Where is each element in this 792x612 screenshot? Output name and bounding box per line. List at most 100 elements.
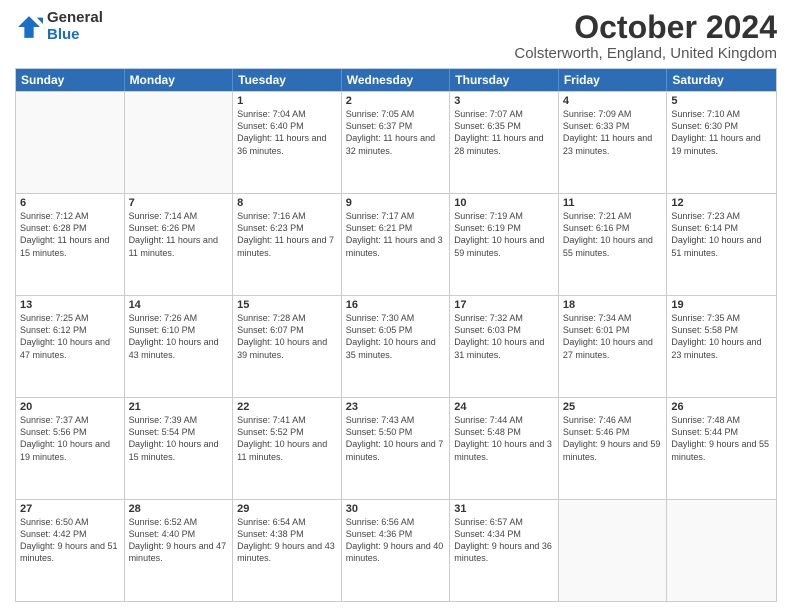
day-number: 15	[237, 299, 337, 311]
day-number: 5	[671, 95, 772, 107]
cal-cell: 17Sunrise: 7:32 AM Sunset: 6:03 PM Dayli…	[450, 296, 559, 397]
day-number: 4	[563, 95, 663, 107]
day-info: Sunrise: 7:12 AM Sunset: 6:28 PM Dayligh…	[20, 210, 120, 259]
day-number: 22	[237, 401, 337, 413]
day-info: Sunrise: 7:17 AM Sunset: 6:21 PM Dayligh…	[346, 210, 446, 259]
day-number: 11	[563, 197, 663, 209]
calendar: SundayMondayTuesdayWednesdayThursdayFrid…	[15, 68, 777, 602]
day-info: Sunrise: 7:34 AM Sunset: 6:01 PM Dayligh…	[563, 312, 663, 361]
day-info: Sunrise: 7:09 AM Sunset: 6:33 PM Dayligh…	[563, 108, 663, 157]
cal-cell: 23Sunrise: 7:43 AM Sunset: 5:50 PM Dayli…	[342, 398, 451, 499]
cal-cell: 6Sunrise: 7:12 AM Sunset: 6:28 PM Daylig…	[16, 194, 125, 295]
day-number: 21	[129, 401, 229, 413]
day-number: 29	[237, 503, 337, 515]
cal-cell: 29Sunrise: 6:54 AM Sunset: 4:38 PM Dayli…	[233, 500, 342, 601]
day-number: 12	[671, 197, 772, 209]
page: General Blue October 2024 Colsterworth, …	[0, 0, 792, 612]
cal-cell: 7Sunrise: 7:14 AM Sunset: 6:26 PM Daylig…	[125, 194, 234, 295]
cal-cell: 11Sunrise: 7:21 AM Sunset: 6:16 PM Dayli…	[559, 194, 668, 295]
day-info: Sunrise: 7:37 AM Sunset: 5:56 PM Dayligh…	[20, 414, 120, 463]
day-info: Sunrise: 7:04 AM Sunset: 6:40 PM Dayligh…	[237, 108, 337, 157]
cal-week-5: 27Sunrise: 6:50 AM Sunset: 4:42 PM Dayli…	[16, 499, 776, 601]
day-number: 6	[20, 197, 120, 209]
cal-week-3: 13Sunrise: 7:25 AM Sunset: 6:12 PM Dayli…	[16, 295, 776, 397]
cal-cell: 2Sunrise: 7:05 AM Sunset: 6:37 PM Daylig…	[342, 92, 451, 193]
calendar-header-row: SundayMondayTuesdayWednesdayThursdayFrid…	[16, 69, 776, 91]
logo-blue-text: Blue	[47, 27, 103, 44]
day-info: Sunrise: 7:21 AM Sunset: 6:16 PM Dayligh…	[563, 210, 663, 259]
day-number: 17	[454, 299, 554, 311]
day-info: Sunrise: 7:28 AM Sunset: 6:07 PM Dayligh…	[237, 312, 337, 361]
calendar-body: 1Sunrise: 7:04 AM Sunset: 6:40 PM Daylig…	[16, 91, 776, 601]
day-info: Sunrise: 7:10 AM Sunset: 6:30 PM Dayligh…	[671, 108, 772, 157]
day-number: 9	[346, 197, 446, 209]
day-number: 8	[237, 197, 337, 209]
cal-header-day-tuesday: Tuesday	[233, 69, 342, 91]
cal-cell	[16, 92, 125, 193]
day-number: 13	[20, 299, 120, 311]
cal-header-day-wednesday: Wednesday	[342, 69, 451, 91]
day-number: 10	[454, 197, 554, 209]
day-info: Sunrise: 7:26 AM Sunset: 6:10 PM Dayligh…	[129, 312, 229, 361]
day-info: Sunrise: 7:35 AM Sunset: 5:58 PM Dayligh…	[671, 312, 772, 361]
day-info: Sunrise: 6:54 AM Sunset: 4:38 PM Dayligh…	[237, 516, 337, 565]
day-number: 28	[129, 503, 229, 515]
cal-cell: 1Sunrise: 7:04 AM Sunset: 6:40 PM Daylig…	[233, 92, 342, 193]
day-info: Sunrise: 7:44 AM Sunset: 5:48 PM Dayligh…	[454, 414, 554, 463]
day-info: Sunrise: 7:48 AM Sunset: 5:44 PM Dayligh…	[671, 414, 772, 463]
day-number: 1	[237, 95, 337, 107]
day-number: 23	[346, 401, 446, 413]
header: General Blue October 2024 Colsterworth, …	[15, 10, 777, 62]
cal-cell	[125, 92, 234, 193]
cal-header-day-thursday: Thursday	[450, 69, 559, 91]
cal-cell: 28Sunrise: 6:52 AM Sunset: 4:40 PM Dayli…	[125, 500, 234, 601]
cal-cell: 15Sunrise: 7:28 AM Sunset: 6:07 PM Dayli…	[233, 296, 342, 397]
day-info: Sunrise: 6:57 AM Sunset: 4:34 PM Dayligh…	[454, 516, 554, 565]
cal-cell: 10Sunrise: 7:19 AM Sunset: 6:19 PM Dayli…	[450, 194, 559, 295]
day-info: Sunrise: 7:32 AM Sunset: 6:03 PM Dayligh…	[454, 312, 554, 361]
day-info: Sunrise: 7:16 AM Sunset: 6:23 PM Dayligh…	[237, 210, 337, 259]
day-info: Sunrise: 7:05 AM Sunset: 6:37 PM Dayligh…	[346, 108, 446, 157]
cal-cell: 4Sunrise: 7:09 AM Sunset: 6:33 PM Daylig…	[559, 92, 668, 193]
cal-cell: 13Sunrise: 7:25 AM Sunset: 6:12 PM Dayli…	[16, 296, 125, 397]
cal-cell: 19Sunrise: 7:35 AM Sunset: 5:58 PM Dayli…	[667, 296, 776, 397]
cal-cell: 20Sunrise: 7:37 AM Sunset: 5:56 PM Dayli…	[16, 398, 125, 499]
cal-cell: 26Sunrise: 7:48 AM Sunset: 5:44 PM Dayli…	[667, 398, 776, 499]
day-info: Sunrise: 6:52 AM Sunset: 4:40 PM Dayligh…	[129, 516, 229, 565]
day-number: 24	[454, 401, 554, 413]
day-info: Sunrise: 7:41 AM Sunset: 5:52 PM Dayligh…	[237, 414, 337, 463]
cal-cell: 30Sunrise: 6:56 AM Sunset: 4:36 PM Dayli…	[342, 500, 451, 601]
day-number: 3	[454, 95, 554, 107]
day-number: 18	[563, 299, 663, 311]
day-info: Sunrise: 7:46 AM Sunset: 5:46 PM Dayligh…	[563, 414, 663, 463]
subtitle: Colsterworth, England, United Kingdom	[514, 45, 777, 62]
logo-icon	[15, 13, 43, 41]
cal-cell: 9Sunrise: 7:17 AM Sunset: 6:21 PM Daylig…	[342, 194, 451, 295]
day-number: 20	[20, 401, 120, 413]
day-info: Sunrise: 6:56 AM Sunset: 4:36 PM Dayligh…	[346, 516, 446, 565]
day-info: Sunrise: 7:25 AM Sunset: 6:12 PM Dayligh…	[20, 312, 120, 361]
cal-cell: 5Sunrise: 7:10 AM Sunset: 6:30 PM Daylig…	[667, 92, 776, 193]
day-info: Sunrise: 7:43 AM Sunset: 5:50 PM Dayligh…	[346, 414, 446, 463]
day-number: 31	[454, 503, 554, 515]
day-info: Sunrise: 7:14 AM Sunset: 6:26 PM Dayligh…	[129, 210, 229, 259]
day-number: 30	[346, 503, 446, 515]
day-number: 14	[129, 299, 229, 311]
cal-cell	[559, 500, 668, 601]
day-info: Sunrise: 7:07 AM Sunset: 6:35 PM Dayligh…	[454, 108, 554, 157]
day-number: 26	[671, 401, 772, 413]
day-info: Sunrise: 6:50 AM Sunset: 4:42 PM Dayligh…	[20, 516, 120, 565]
day-info: Sunrise: 7:19 AM Sunset: 6:19 PM Dayligh…	[454, 210, 554, 259]
cal-header-day-monday: Monday	[125, 69, 234, 91]
main-title: October 2024	[514, 10, 777, 45]
day-number: 7	[129, 197, 229, 209]
cal-header-day-sunday: Sunday	[16, 69, 125, 91]
cal-cell: 14Sunrise: 7:26 AM Sunset: 6:10 PM Dayli…	[125, 296, 234, 397]
day-number: 2	[346, 95, 446, 107]
cal-cell: 22Sunrise: 7:41 AM Sunset: 5:52 PM Dayli…	[233, 398, 342, 499]
cal-cell: 12Sunrise: 7:23 AM Sunset: 6:14 PM Dayli…	[667, 194, 776, 295]
cal-cell: 8Sunrise: 7:16 AM Sunset: 6:23 PM Daylig…	[233, 194, 342, 295]
cal-cell: 27Sunrise: 6:50 AM Sunset: 4:42 PM Dayli…	[16, 500, 125, 601]
cal-cell: 18Sunrise: 7:34 AM Sunset: 6:01 PM Dayli…	[559, 296, 668, 397]
day-number: 19	[671, 299, 772, 311]
